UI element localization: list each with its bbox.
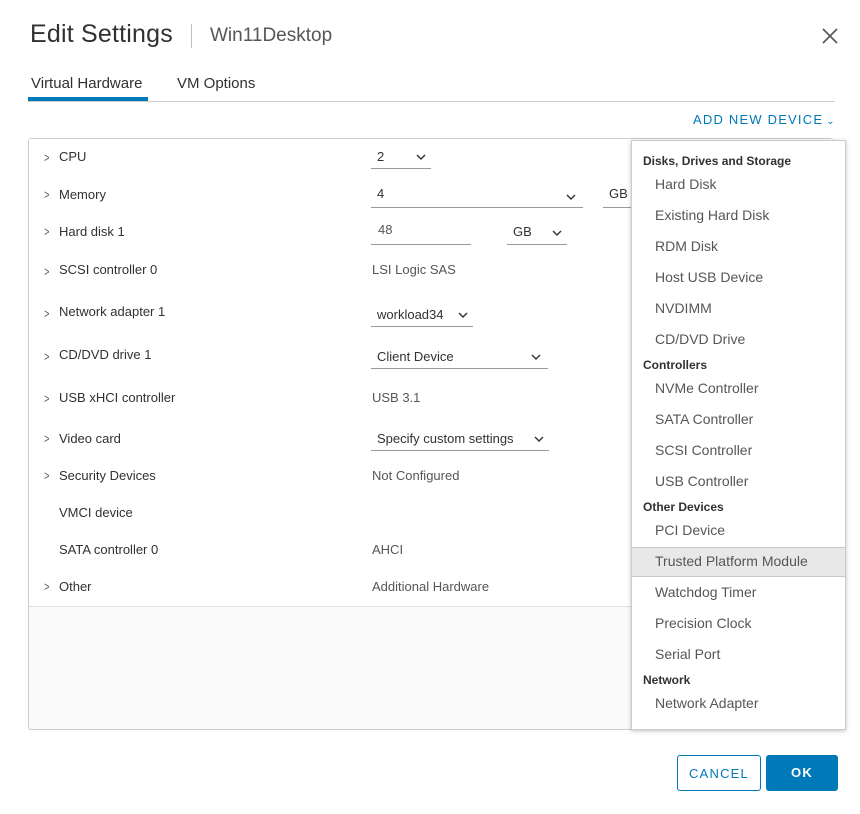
menu-item-watchdog-timer[interactable]: Watchdog Timer bbox=[632, 578, 845, 608]
chevron-down-icon bbox=[458, 312, 468, 318]
chevron-down-icon: ⌄ bbox=[826, 116, 836, 127]
menu-item-cd-dvd-drive[interactable]: CD/DVD Drive bbox=[632, 325, 845, 355]
menu-header-network: Network bbox=[643, 673, 691, 687]
sata-controller-value: AHCI bbox=[372, 542, 404, 557]
chevron-right-icon[interactable]: > bbox=[44, 468, 49, 483]
usb-controller-label: USB xHCI controller bbox=[59, 390, 176, 405]
security-devices-value: Not Configured bbox=[372, 468, 460, 483]
chevron-right-icon[interactable]: > bbox=[44, 349, 49, 364]
cancel-button[interactable]: CANCEL bbox=[677, 755, 761, 791]
vm-name: Win11Desktop bbox=[210, 25, 333, 46]
menu-item-trusted-platform-module[interactable]: Trusted Platform Module bbox=[632, 547, 845, 577]
add-device-menu: Disks, Drives and Storage Hard Disk Exis… bbox=[631, 140, 846, 730]
cpu-label: CPU bbox=[59, 149, 87, 164]
video-card-value: Specify custom settings bbox=[377, 431, 514, 446]
other-label: Other bbox=[59, 579, 92, 594]
menu-item-host-usb-device[interactable]: Host USB Device bbox=[632, 263, 845, 293]
menu-item-sata-controller[interactable]: SATA Controller bbox=[632, 405, 845, 435]
menu-item-existing-hard-disk[interactable]: Existing Hard Disk bbox=[632, 201, 845, 231]
chevron-right-icon[interactable]: > bbox=[44, 264, 49, 279]
ok-button[interactable]: OK bbox=[766, 755, 838, 791]
menu-item-nvdimm[interactable]: NVDIMM bbox=[632, 294, 845, 324]
network-value: workload34 bbox=[377, 307, 444, 322]
menu-header-controllers: Controllers bbox=[643, 358, 708, 372]
menu-item-pci-device[interactable]: PCI Device bbox=[632, 516, 845, 546]
chevron-right-icon[interactable]: > bbox=[44, 150, 49, 165]
video-card-label: Video card bbox=[59, 431, 121, 446]
menu-item-precision-clock[interactable]: Precision Clock bbox=[632, 609, 845, 639]
tab-vm-options[interactable]: VM Options bbox=[177, 75, 255, 92]
hard-disk-unit: GB bbox=[513, 224, 532, 239]
hard-disk-label: Hard disk 1 bbox=[59, 224, 125, 239]
menu-header-other-devices: Other Devices bbox=[643, 500, 724, 514]
chevron-right-icon[interactable]: > bbox=[44, 579, 49, 594]
cd-dvd-label: CD/DVD drive 1 bbox=[59, 347, 152, 362]
hard-disk-size-value: 48 bbox=[378, 222, 393, 237]
chevron-right-icon[interactable]: > bbox=[44, 431, 49, 446]
chevron-down-icon bbox=[531, 354, 541, 360]
chevron-right-icon[interactable]: > bbox=[44, 391, 49, 406]
close-icon[interactable] bbox=[818, 24, 842, 48]
scsi-controller-label: SCSI controller 0 bbox=[59, 262, 158, 277]
memory-unit: GB bbox=[609, 186, 628, 201]
memory-label: Memory bbox=[59, 187, 106, 202]
chevron-down-icon bbox=[416, 154, 426, 160]
menu-item-network-adapter[interactable]: Network Adapter bbox=[632, 689, 845, 719]
chevron-right-icon[interactable]: > bbox=[44, 187, 49, 202]
tab-virtual-hardware[interactable]: Virtual Hardware bbox=[31, 75, 142, 92]
menu-item-serial-port[interactable]: Serial Port bbox=[632, 640, 845, 670]
dialog-title: Edit Settings bbox=[30, 20, 173, 48]
chevron-down-icon bbox=[566, 194, 576, 200]
cpu-value: 2 bbox=[377, 149, 385, 164]
memory-input[interactable]: 4 bbox=[371, 182, 583, 208]
menu-item-nvme-controller[interactable]: NVMe Controller bbox=[632, 374, 845, 404]
vmci-device-label: VMCI device bbox=[59, 505, 133, 520]
add-new-device-button[interactable]: ADD NEW DEVICE ⌄ bbox=[693, 112, 836, 127]
hard-disk-size-input[interactable]: 48 bbox=[371, 219, 471, 245]
tab-bar: Virtual Hardware VM Options bbox=[28, 68, 835, 102]
chevron-down-icon bbox=[552, 230, 562, 236]
chevron-right-icon[interactable]: > bbox=[44, 306, 49, 321]
cd-dvd-select[interactable]: Client Device bbox=[371, 344, 548, 369]
title-divider bbox=[191, 24, 192, 48]
video-card-select[interactable]: Specify custom settings bbox=[371, 426, 549, 451]
active-tab-indicator bbox=[28, 97, 148, 101]
menu-item-rdm-disk[interactable]: RDM Disk bbox=[632, 232, 845, 262]
edit-settings-dialog: Edit Settings Win11Desktop Virtual Hardw… bbox=[0, 0, 860, 814]
chevron-right-icon[interactable]: > bbox=[44, 224, 49, 239]
cd-dvd-value: Client Device bbox=[377, 349, 454, 364]
scsi-controller-value: LSI Logic SAS bbox=[372, 262, 456, 277]
chevron-down-icon bbox=[534, 436, 544, 442]
usb-controller-value: USB 3.1 bbox=[372, 390, 421, 405]
security-devices-label: Security Devices bbox=[59, 468, 156, 483]
hard-disk-unit-select[interactable]: GB bbox=[507, 219, 567, 245]
sata-controller-label: SATA controller 0 bbox=[59, 542, 159, 557]
menu-header-disks: Disks, Drives and Storage bbox=[643, 154, 792, 168]
memory-value: 4 bbox=[377, 186, 385, 201]
menu-item-usb-controller[interactable]: USB Controller bbox=[632, 467, 845, 497]
menu-item-scsi-controller[interactable]: SCSI Controller bbox=[632, 436, 845, 466]
cpu-select[interactable]: 2 bbox=[371, 144, 431, 169]
other-value: Additional Hardware bbox=[372, 579, 490, 594]
menu-item-hard-disk[interactable]: Hard Disk bbox=[632, 170, 845, 200]
add-new-device-label: ADD NEW DEVICE bbox=[693, 112, 824, 127]
network-adapter-label: Network adapter 1 bbox=[59, 304, 166, 319]
network-select[interactable]: workload34 bbox=[371, 302, 473, 327]
